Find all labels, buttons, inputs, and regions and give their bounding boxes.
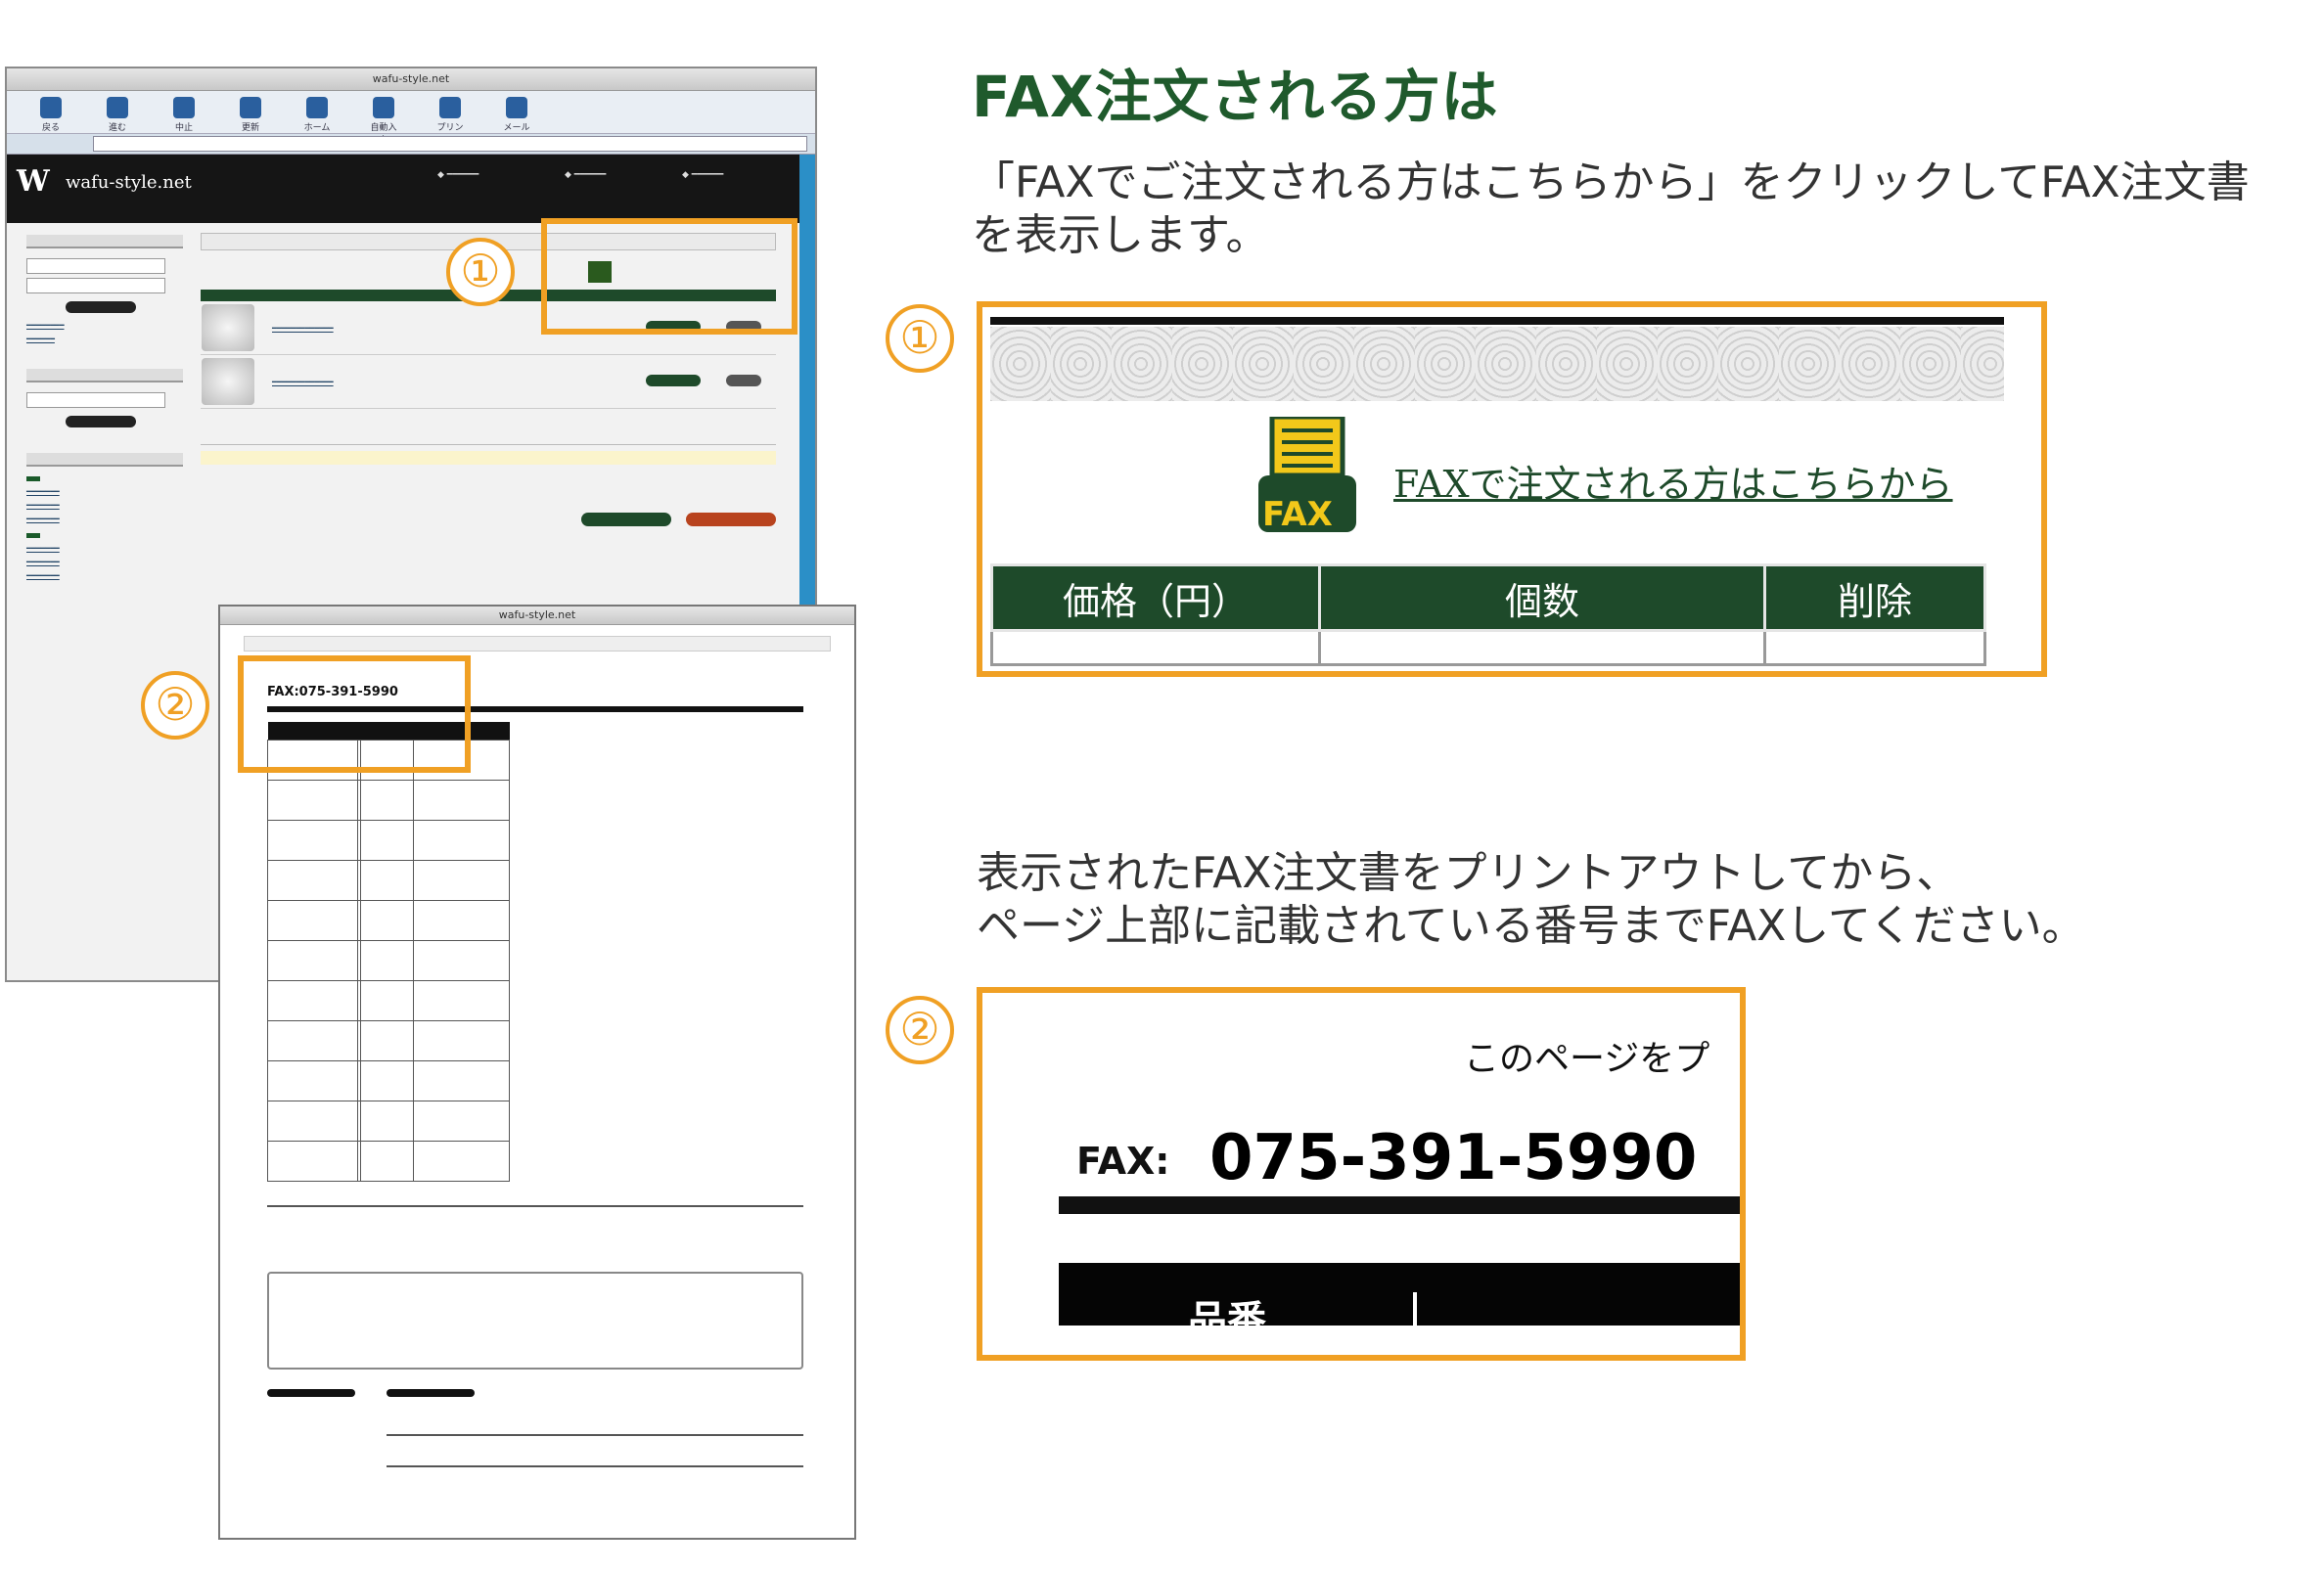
fax-order-link[interactable]: FAXで注文される方はこちらから: [1393, 454, 1953, 508]
fax-icon: [588, 261, 612, 283]
step-marker-2-small: ②: [141, 671, 209, 740]
highlight-fax-number-small: [238, 655, 471, 773]
fax-section-label: [387, 1389, 475, 1397]
fax-label: FAX:: [1076, 1140, 1170, 1183]
category-link[interactable]: ━━━━━━━: [26, 544, 183, 553]
mail-icon: [506, 97, 527, 118]
forward-icon: [107, 97, 128, 118]
continue-shopping-button[interactable]: [580, 513, 671, 526]
category-link[interactable]: ━━━━━━━: [26, 515, 183, 523]
step-marker-1: ①: [886, 304, 954, 373]
refresh-button[interactable]: 更新: [234, 97, 267, 133]
fax-rule: [1059, 1196, 1740, 1214]
site-nav-item[interactable]: ◆ ━━━━━━: [565, 170, 606, 180]
cart-buttons: [201, 512, 776, 530]
zoom-fax-number: このページをプ FAX: 075-391-5990 品番: [977, 987, 1746, 1361]
column-divider: [1413, 1292, 1417, 1326]
browser-toolbar: 戻る 進む 中止 更新 ホーム 自動入力 プリント メール: [7, 91, 815, 146]
site-nav-item[interactable]: ◆ ━━━━━━: [682, 170, 723, 180]
site-header: W wafu-style.net ◆ ━━━━━━ ◆ ━━━━━━ ◆ ━━━…: [7, 155, 815, 223]
fax-window-header: [244, 636, 831, 652]
column-delete: 削除: [1763, 563, 1986, 632]
print-icon: [439, 97, 461, 118]
cart-grand-total-row: [201, 451, 776, 465]
address-bar[interactable]: [7, 134, 815, 155]
category-link[interactable]: ━━━━━━━: [26, 501, 183, 510]
fax-table-header: [1059, 1263, 1740, 1326]
fax-form-line: [387, 1465, 803, 1467]
stop-button[interactable]: 中止: [167, 97, 201, 133]
home-button[interactable]: ホーム: [300, 97, 334, 133]
home-icon: [306, 97, 328, 118]
site-sidebar: ━━━━━━━━ ━━━━━━ ━━━━━━━ ━━━━━━━ ━━━━━━━ …: [26, 235, 183, 585]
fax-order-table: [267, 722, 510, 1182]
category-link[interactable]: ━━━━━━━: [26, 487, 183, 496]
instruction-1: 「FAXでご注文される方はこちらから」をクリックしてFAX注文書 を表示します。: [972, 157, 2250, 260]
fax-icon-label: FAX: [1262, 495, 1333, 534]
product-thumbnail: [202, 358, 254, 405]
site-name: wafu-style.net: [66, 172, 192, 193]
zoom-top-rule: [990, 317, 2004, 325]
zoom-fax-link: FAX FAXで注文される方はこちらから 価格（円） 個数 削除: [977, 301, 2047, 677]
autofill-button[interactable]: 自動入力: [367, 97, 400, 146]
cart-total-row: [201, 427, 776, 445]
category-section-title: [26, 453, 183, 467]
search-section-title: [26, 369, 183, 382]
category-link[interactable]: ━━━━━━━: [26, 571, 183, 580]
sidebar-link[interactable]: ━━━━━━━━: [26, 321, 183, 330]
checkout-button[interactable]: [686, 513, 776, 526]
cart-row: ━━━━━━━━━━━━━: [201, 354, 776, 409]
product-thumbnail: [202, 304, 254, 351]
instruction-2: 表示されたFAX注文書をプリントアウトしてから、 ページ上部に記載されている番号…: [977, 848, 2085, 951]
category-marker: [26, 476, 40, 481]
autofill-icon: [373, 97, 394, 118]
update-button[interactable]: [646, 375, 701, 386]
column-item-number: 品番: [1188, 1298, 1266, 1343]
page-title: FAX注文される方は: [972, 64, 1499, 130]
fax-window-title-bar: wafu-style.net: [220, 607, 854, 625]
refresh-icon: [240, 97, 261, 118]
search-button[interactable]: [66, 416, 136, 427]
search-field[interactable]: [26, 392, 165, 408]
fax-summary-box: [267, 1272, 803, 1370]
fax-form-line: [387, 1434, 803, 1436]
product-link[interactable]: ━━━━━━━━━━━━━: [272, 324, 334, 333]
column-quantity: 個数: [1318, 563, 1766, 632]
forward-button[interactable]: 進む: [101, 97, 134, 133]
cart-columns-table: 価格（円） 個数 削除: [990, 563, 1986, 666]
delete-button[interactable]: [726, 375, 761, 386]
sidebar-link[interactable]: ━━━━━━: [26, 335, 183, 343]
url-field[interactable]: [93, 136, 807, 152]
login-id-field[interactable]: [26, 258, 165, 274]
back-button[interactable]: 戻る: [34, 97, 68, 133]
step-marker-1-small: ①: [446, 238, 515, 306]
login-section-title: [26, 235, 183, 248]
print-instruction-text: このページをプ: [1464, 1039, 1710, 1079]
highlight-fax-link-small: [541, 218, 797, 335]
fax-number: 075-391-5990: [1209, 1122, 1698, 1194]
fax-total-line: [267, 1205, 803, 1207]
fax-section-label: [267, 1389, 355, 1397]
login-button[interactable]: [66, 301, 136, 313]
login-password-field[interactable]: [26, 278, 165, 293]
category-link[interactable]: ━━━━━━━: [26, 558, 183, 566]
category-marker: [26, 533, 40, 538]
decorative-pattern: [990, 327, 2004, 401]
site-nav-item[interactable]: ◆ ━━━━━━: [437, 170, 478, 180]
back-icon: [40, 97, 62, 118]
stop-icon: [173, 97, 195, 118]
site-logo-icon: W: [17, 164, 50, 199]
print-button[interactable]: プリント: [433, 97, 467, 146]
mail-button[interactable]: メール: [500, 97, 533, 133]
column-price: 価格（円）: [990, 563, 1321, 632]
product-link[interactable]: ━━━━━━━━━━━━━: [272, 378, 334, 386]
step-marker-2: ②: [886, 996, 954, 1064]
browser-title-bar: wafu-style.net: [7, 68, 815, 91]
